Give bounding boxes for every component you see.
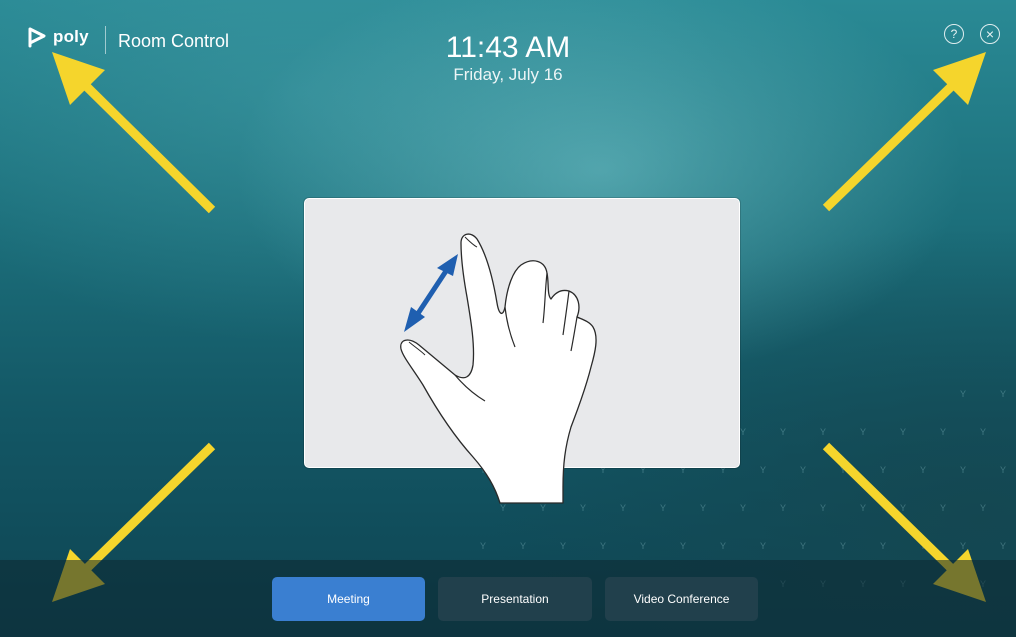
pattern-mark: Y <box>880 541 886 551</box>
pattern-mark: Y <box>1000 389 1006 399</box>
pattern-mark: Y <box>820 503 826 513</box>
pattern-mark: Y <box>1000 541 1006 551</box>
pattern-mark: Y <box>900 427 906 437</box>
pattern-mark: Y <box>940 427 946 437</box>
top-bar: poly Room Control 11:43 AM Friday, July … <box>0 0 1016 84</box>
pattern-mark: Y <box>800 465 806 475</box>
presentation-mode-button[interactable]: Presentation <box>438 577 592 621</box>
pattern-mark: Y <box>640 541 646 551</box>
pattern-mark: Y <box>860 427 866 437</box>
pattern-mark: Y <box>820 427 826 437</box>
pattern-mark: Y <box>980 427 986 437</box>
pattern-mark: Y <box>560 541 566 551</box>
pattern-mark: Y <box>660 503 666 513</box>
pattern-mark: Y <box>880 465 886 475</box>
pattern-mark: Y <box>1000 465 1006 475</box>
clock-date: Friday, July 16 <box>453 65 563 84</box>
pattern-mark: Y <box>800 541 806 551</box>
pattern-mark: Y <box>760 465 766 475</box>
help-circle-icon: ? <box>950 27 958 41</box>
pattern-mark: Y <box>720 541 726 551</box>
pattern-mark: Y <box>840 465 846 475</box>
close-circle-icon: × <box>985 26 995 42</box>
pattern-mark: Y <box>760 541 766 551</box>
help-button[interactable]: ? <box>944 24 964 44</box>
pattern-mark: Y <box>960 465 966 475</box>
pattern-mark: Y <box>780 427 786 437</box>
pattern-mark: Y <box>680 541 686 551</box>
meeting-mode-button[interactable]: Meeting <box>272 577 425 621</box>
pattern-mark: Y <box>740 503 746 513</box>
pattern-mark: Y <box>840 541 846 551</box>
pattern-mark: Y <box>860 503 866 513</box>
pattern-mark: Y <box>960 389 966 399</box>
pattern-mark: Y <box>980 503 986 513</box>
clock-time: 11:43 AM <box>445 31 571 64</box>
pattern-mark: Y <box>920 465 926 475</box>
pattern-mark: Y <box>480 541 486 551</box>
pattern-mark: Y <box>520 541 526 551</box>
video-conference-mode-button[interactable]: Video Conference <box>605 577 758 621</box>
close-button[interactable]: × <box>980 24 1000 44</box>
room-control-screen: YYYYYYYYYYYYYYYYYYYYYYYYYYYYYYYYYYYYYYYY… <box>0 0 1016 637</box>
pattern-mark: Y <box>900 503 906 513</box>
pattern-mark: Y <box>780 503 786 513</box>
pattern-mark: Y <box>920 541 926 551</box>
pattern-mark: Y <box>700 503 706 513</box>
pattern-mark: Y <box>960 541 966 551</box>
pattern-mark: Y <box>600 541 606 551</box>
pinch-zoom-hand-icon <box>400 233 597 504</box>
pattern-mark: Y <box>940 503 946 513</box>
pattern-mark: Y <box>740 427 746 437</box>
